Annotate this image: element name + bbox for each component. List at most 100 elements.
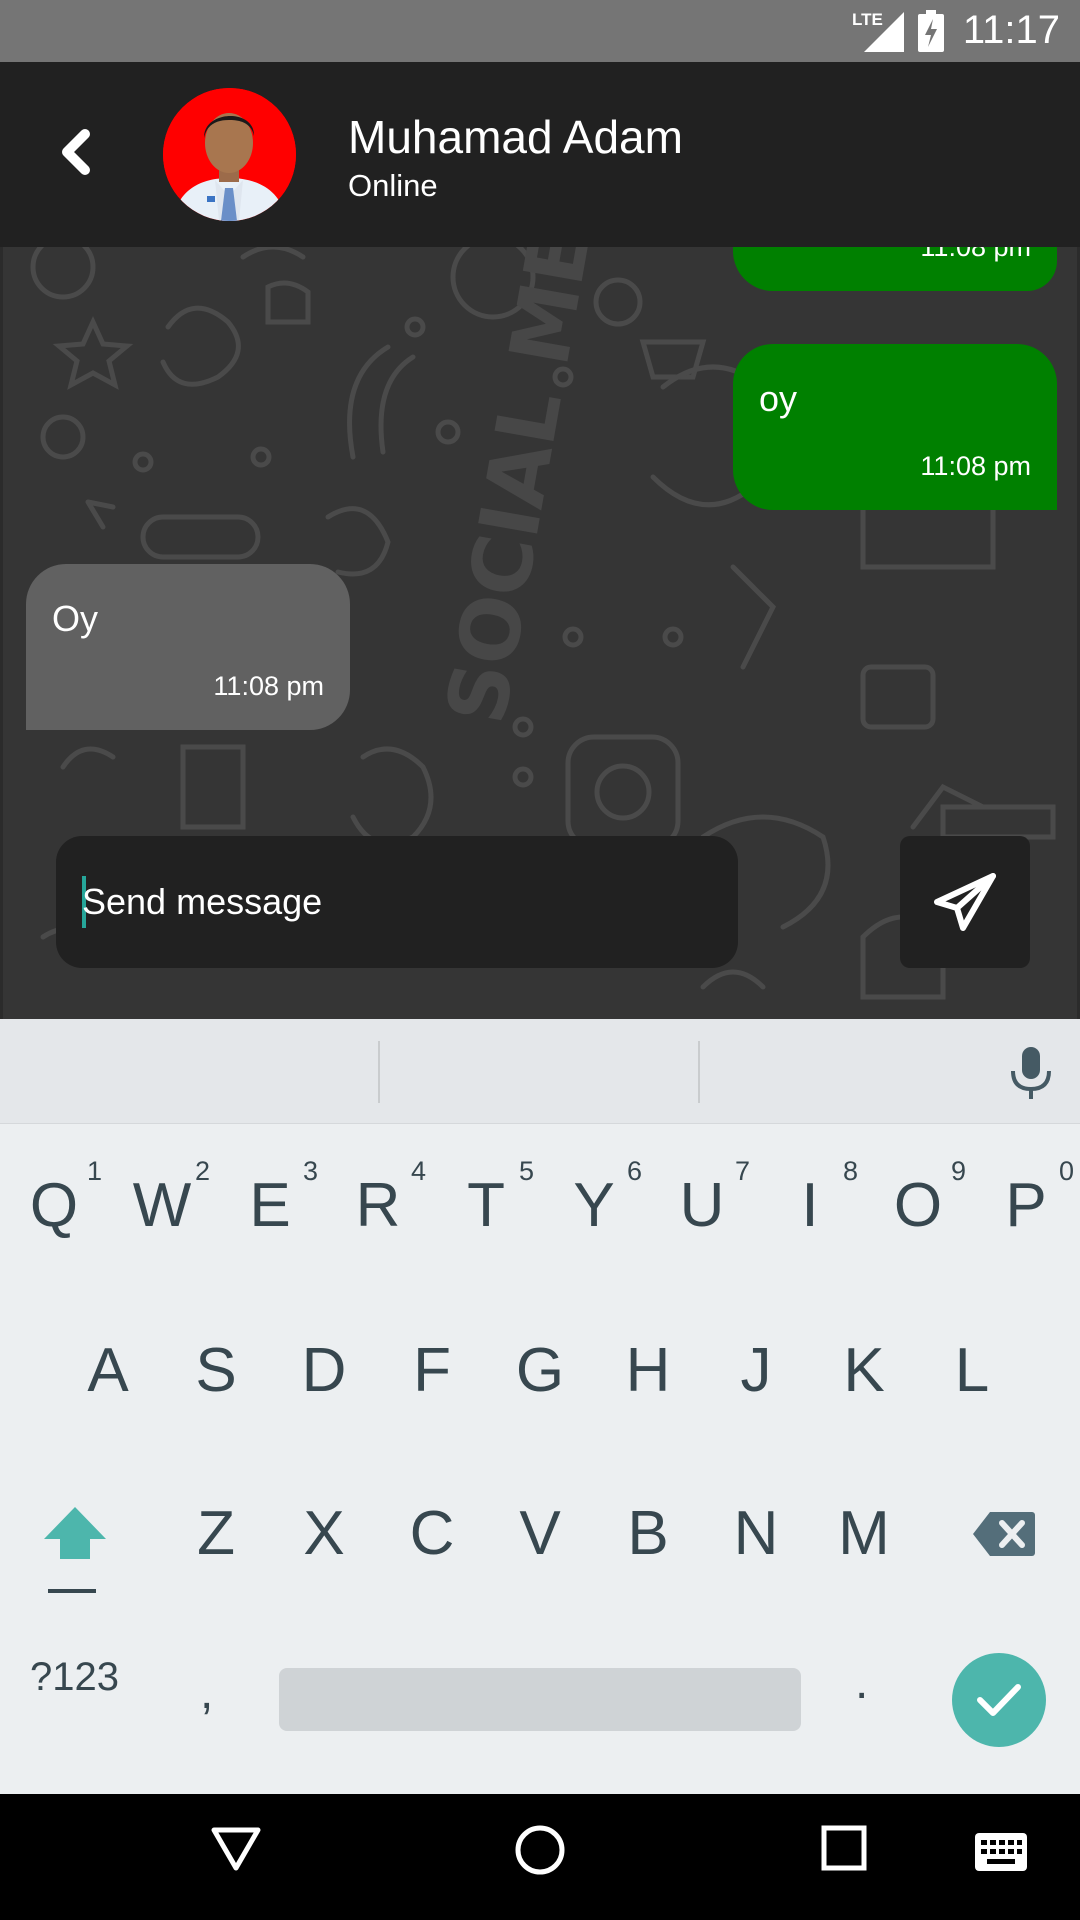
key-label: W [132,1170,192,1240]
key-label: D [301,1335,347,1405]
key-b[interactable]: B [594,1468,702,1598]
key-label: O [893,1170,943,1240]
backspace-key[interactable] [972,1510,1036,1558]
key-p[interactable]: P0 [972,1140,1080,1270]
message-input[interactable] [82,836,712,968]
send-icon [934,873,996,931]
message-input-container[interactable] [56,836,738,968]
message-time: 11:08 pm [213,671,324,701]
key-x[interactable]: X [270,1468,378,1598]
check-icon [977,1684,1021,1716]
key-hint: 3 [302,1156,318,1186]
key-o[interactable]: O9 [864,1140,972,1270]
space-key[interactable] [279,1668,801,1731]
key-w[interactable]: W2 [108,1140,216,1270]
avatar[interactable] [163,88,296,221]
shift-indicator [48,1589,96,1593]
key-label: Z [197,1498,235,1568]
message-time: 11:08 pm [920,247,1031,262]
contact-status: Online [348,168,438,203]
key-c[interactable]: C [378,1468,486,1598]
signal-icon [864,12,904,52]
key-label: P [1005,1170,1047,1240]
key-i[interactable]: I8 [756,1140,864,1270]
key-label: C [409,1498,455,1568]
key-label: Q [29,1170,79,1240]
suggestion-strip [0,1019,1080,1124]
key-h[interactable]: H [594,1305,702,1435]
key-label: I [801,1170,819,1240]
key-v[interactable]: V [486,1468,594,1598]
clock: 11:17 [962,8,1060,52]
key-a[interactable]: A [54,1305,162,1435]
key-e[interactable]: E3 [216,1140,324,1270]
chat-header: Muhamad Adam Online [0,62,1080,247]
key-label: L [954,1335,990,1405]
suggestion-divider [698,1041,700,1103]
back-nav-icon[interactable] [210,1824,262,1874]
key-l[interactable]: L [918,1305,1026,1435]
shift-key[interactable] [42,1505,108,1561]
key-n[interactable]: N [702,1468,810,1598]
suggestion-divider [378,1041,380,1103]
key-label: Y [573,1170,615,1240]
key-hint: 8 [842,1156,858,1186]
key-f[interactable]: F [378,1305,486,1435]
key-j[interactable]: J [702,1305,810,1435]
key-label: K [843,1335,885,1405]
key-label: V [519,1498,561,1568]
comma-key[interactable]: , [200,1665,213,1720]
key-g[interactable]: G [486,1305,594,1435]
key-hint: 0 [1058,1156,1074,1186]
key-y[interactable]: Y6 [540,1140,648,1270]
period-key[interactable]: . [855,1655,868,1710]
send-button[interactable] [900,836,1030,968]
key-r[interactable]: R4 [324,1140,432,1270]
key-label: R [355,1170,401,1240]
contact-name: Muhamad Adam [348,111,683,163]
microphone-icon[interactable] [1008,1045,1054,1101]
key-label: B [627,1498,669,1568]
message-text: Oy [52,598,99,639]
keyboard-switch-icon[interactable] [974,1832,1028,1872]
message-time: 11:08 pm [920,451,1031,481]
message-incoming[interactable]: Oy 11:08 pm [26,564,350,730]
key-label: M [838,1498,890,1568]
message-outgoing[interactable]: 11:08 pm [733,247,1057,291]
key-q[interactable]: Q1 [0,1140,108,1270]
key-label: J [740,1335,772,1405]
key-label: G [515,1335,565,1405]
status-bar: LTE 11:17 [0,0,1080,62]
key-z[interactable]: Z [162,1468,270,1598]
key-label: X [303,1498,345,1568]
key-hint: 9 [950,1156,966,1186]
navigation-bar [0,1794,1080,1920]
key-k[interactable]: K [810,1305,918,1435]
battery-charging-icon [918,10,944,52]
back-button[interactable] [40,117,110,187]
key-label: N [733,1498,779,1568]
key-label: A [87,1335,129,1405]
message-outgoing[interactable]: oy 11:08 pm [733,344,1057,510]
key-t[interactable]: T5 [432,1140,540,1270]
key-m[interactable]: M [810,1468,918,1598]
key-label: F [413,1335,451,1405]
key-hint: 2 [194,1156,210,1186]
key-hint: 1 [86,1156,102,1186]
chat-area[interactable]: SOCIAL MEDIA 11:08 pm oy 11:08 pm Oy 11:… [0,247,1080,1019]
key-label: S [195,1335,237,1405]
key-label: H [625,1335,671,1405]
symbols-key[interactable]: ?123 [30,1655,119,1700]
key-s[interactable]: S [162,1305,270,1435]
home-nav-icon[interactable] [514,1824,566,1876]
contact-photo [163,88,296,221]
key-u[interactable]: U7 [648,1140,756,1270]
key-label: T [467,1170,505,1240]
enter-key[interactable] [952,1653,1046,1747]
recents-nav-icon[interactable] [820,1824,868,1872]
key-hint: 4 [410,1156,426,1186]
key-d[interactable]: D [270,1305,378,1435]
key-hint: 6 [626,1156,642,1186]
chevron-left-icon [62,129,90,175]
message-text: oy [759,378,798,419]
